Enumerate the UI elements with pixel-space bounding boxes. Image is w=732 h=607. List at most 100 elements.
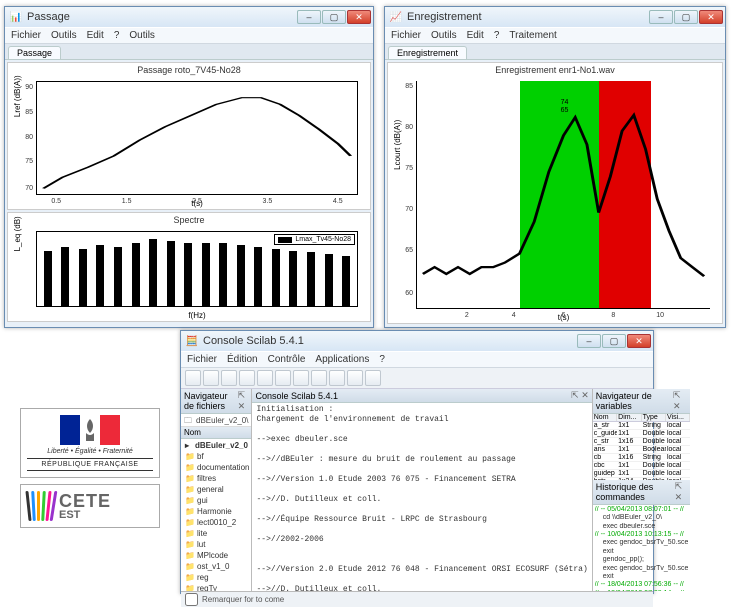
history-item[interactable]: gendoc_pp(); xyxy=(595,556,689,564)
tree-item[interactable]: general xyxy=(183,484,249,495)
menu-item[interactable]: Fichier xyxy=(11,30,41,41)
ytick: 80 xyxy=(395,124,413,131)
maximize-button[interactable]: ▢ xyxy=(602,334,626,348)
col-type[interactable]: Type xyxy=(642,414,666,421)
history-item[interactable]: exec gendoc_bsrTv_50.sce xyxy=(595,565,689,573)
history-item[interactable]: // -- 10/04/2013 10:13:15 -- // xyxy=(595,531,689,539)
close-button[interactable]: ✕ xyxy=(347,10,371,24)
undock-icon[interactable]: ⇱ ✕ xyxy=(675,481,688,503)
undock-icon[interactable]: ⇱ ✕ xyxy=(673,390,687,412)
file-browser-title: Navigateur de fichiers xyxy=(184,391,238,411)
console-output[interactable]: Initialisation : Chargement de l'environ… xyxy=(252,403,591,591)
bar xyxy=(272,249,280,306)
history-item[interactable]: exec gendoc_bsrTv_50.sce xyxy=(595,539,689,547)
bar xyxy=(289,251,297,307)
menu-item[interactable]: Fichier xyxy=(187,354,217,365)
history-item[interactable]: exit xyxy=(595,548,689,556)
tree-item[interactable]: MPlcode xyxy=(183,550,249,561)
history-item[interactable]: // -- 18/04/2013 07:28:14 -- // xyxy=(595,590,689,591)
menu-item[interactable]: Edit xyxy=(467,30,484,41)
var-row[interactable]: ans1x1Booleanlocal xyxy=(593,446,691,454)
undock-icon[interactable]: ⇱ ✕ xyxy=(571,390,589,401)
menu-item[interactable]: ? xyxy=(494,30,500,41)
menu-item[interactable]: Edit xyxy=(87,30,104,41)
tree-item[interactable]: documentation xyxy=(183,462,249,473)
menu-item[interactable]: Outils xyxy=(431,30,457,41)
col-dim[interactable]: Dim... xyxy=(617,414,641,421)
folder-icon: 🗀 xyxy=(184,415,194,425)
col-vis[interactable]: Visi... xyxy=(666,414,690,421)
menu-item[interactable]: ? xyxy=(114,30,120,41)
close-button[interactable]: ✕ xyxy=(627,334,651,348)
undock-icon[interactable]: ⇱ ✕ xyxy=(238,390,249,412)
history-item[interactable]: exec dbeuler.sce xyxy=(595,523,689,531)
var-row[interactable]: guidep1x1Doublelocal xyxy=(593,470,691,478)
menu-item[interactable]: Contrôle xyxy=(268,354,306,365)
var-row[interactable]: cb1x16Stringlocal xyxy=(593,454,691,462)
var-row[interactable]: c_guidep...1x1Doublelocal xyxy=(593,430,691,438)
tree-item[interactable]: bf xyxy=(183,451,249,462)
var-row[interactable]: cbc1x1Doublelocal xyxy=(593,462,691,470)
tab-enregistrement[interactable]: Enregistrement xyxy=(388,46,467,59)
ytick: 75 xyxy=(15,158,33,165)
menu-item[interactable]: Traitement xyxy=(509,30,556,41)
history-list[interactable]: // -- 05/04/2013 08:07:01 -- //cd \\dBEu… xyxy=(595,506,689,591)
scilab-titlebar[interactable]: 🧮 Console Scilab 5.4.1 – ▢ ✕ xyxy=(181,331,653,351)
col-name[interactable]: Nom xyxy=(593,414,617,421)
tree-item[interactable]: lite xyxy=(183,528,249,539)
xtick: 3.5 xyxy=(263,198,273,205)
copy-icon[interactable] xyxy=(221,370,237,386)
minimize-button[interactable]: – xyxy=(649,10,673,24)
tree-item[interactable]: regTy xyxy=(183,583,249,591)
tree-item[interactable]: Harmonie xyxy=(183,506,249,517)
xcos-icon[interactable] xyxy=(311,370,327,386)
close-button[interactable]: ✕ xyxy=(699,10,723,24)
prefs-icon[interactable] xyxy=(257,370,273,386)
atoms-icon[interactable] xyxy=(329,370,345,386)
tree-item[interactable]: ost_v1_0 xyxy=(183,561,249,572)
paste-icon[interactable] xyxy=(239,370,255,386)
cete-line2: EST xyxy=(59,510,111,521)
history-item[interactable]: cd \\dBEuler_v2_0\ xyxy=(595,514,689,522)
file-tree[interactable]: dBEuler_v2_0bfdocumentationfiltresgenera… xyxy=(181,439,251,591)
var-rows[interactable]: a_str1x1Stringlocalc_guidep...1x1Doublel… xyxy=(593,422,691,480)
history-item[interactable]: exit xyxy=(595,573,689,581)
tree-item[interactable]: filtres xyxy=(183,473,249,484)
logo-republique-francaise: Liberté • Égalité • Fraternité RÉPUBLIQU… xyxy=(20,408,160,478)
tree-header[interactable]: Nom xyxy=(184,428,201,437)
var-row[interactable]: c_str1x16Doublelocal xyxy=(593,438,691,446)
history-item[interactable]: // -- 05/04/2013 08:07:01 -- // xyxy=(595,506,689,514)
print-icon[interactable] xyxy=(275,370,291,386)
tree-item[interactable]: dBEuler_v2_0 xyxy=(183,440,249,451)
help-icon[interactable] xyxy=(347,370,363,386)
scilab-icon: 🧮 xyxy=(185,334,199,348)
var-row[interactable]: a_str1x1Stringlocal xyxy=(593,422,691,430)
enreg-chart: Enregistrement enr1-No1.wav 7465 Lcourt … xyxy=(387,62,723,324)
maximize-button[interactable]: ▢ xyxy=(322,10,346,24)
bar xyxy=(44,251,52,307)
minimize-button[interactable]: – xyxy=(577,334,601,348)
menu-item[interactable]: Applications xyxy=(315,354,369,365)
open-icon[interactable] xyxy=(185,370,201,386)
tree-item[interactable]: lect0010_2 xyxy=(183,517,249,528)
menu-item[interactable]: Fichier xyxy=(391,30,421,41)
y-axis-label: L_eq (dB) xyxy=(13,216,22,251)
menu-item[interactable]: Outils xyxy=(129,30,155,41)
tree-item[interactable]: reg xyxy=(183,572,249,583)
bar xyxy=(219,243,227,306)
menu-item[interactable]: Édition xyxy=(227,354,258,365)
minimize-button[interactable]: – xyxy=(297,10,321,24)
enreg-titlebar[interactable]: 📈 Enregistrement – ▢ ✕ xyxy=(385,7,725,27)
tree-item[interactable]: gui xyxy=(183,495,249,506)
tree-item[interactable]: lut xyxy=(183,539,249,550)
crumb-text[interactable]: dBEuler_v2_0\ xyxy=(196,416,248,425)
passage-titlebar[interactable]: 📊 Passage – ▢ ✕ xyxy=(5,7,373,27)
menu-item[interactable]: ? xyxy=(379,354,385,365)
scinotes-icon[interactable] xyxy=(293,370,309,386)
demos-icon[interactable] xyxy=(365,370,381,386)
cut-icon[interactable] xyxy=(203,370,219,386)
maximize-button[interactable]: ▢ xyxy=(674,10,698,24)
menu-item[interactable]: Outils xyxy=(51,30,77,41)
tab-passage[interactable]: Passage xyxy=(8,46,61,59)
history-item[interactable]: // -- 18/04/2013 07:56:36 -- // xyxy=(595,581,689,589)
